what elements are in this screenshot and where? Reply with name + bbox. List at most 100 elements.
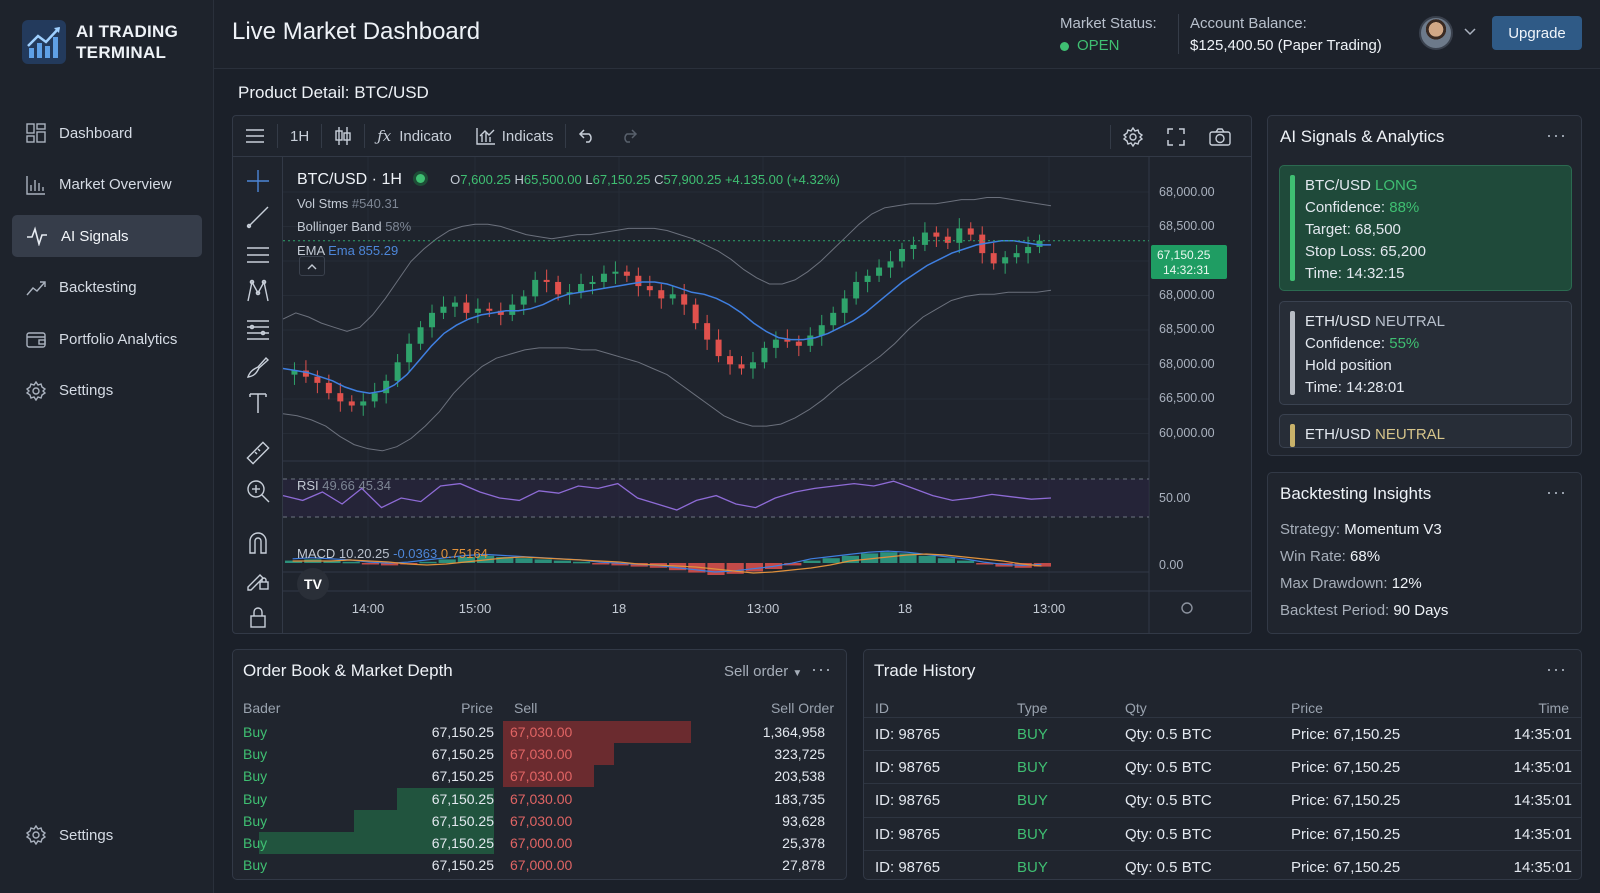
sidebar-item-market-overview[interactable]: Market Overview [12,164,202,206]
fullscreen-button[interactable] [1155,116,1197,157]
y-tick-label: 68,500.00 [1159,219,1215,233]
candle-body [383,381,389,393]
rsi-label: RSI [297,478,319,493]
app-title: AI TRADING TERMINAL [76,21,178,63]
indicator-label-1: Indicato [399,128,452,145]
rsi-value-1: 49.66 [322,478,355,493]
ruler-icon[interactable] [246,441,270,465]
trade-time: 14:35:01 [1514,726,1572,743]
sidebar-item-label: AI Signals [61,228,129,245]
sidebar-item-portfolio-analytics[interactable]: Portfolio Analytics [12,318,202,360]
fullscreen-icon [1167,128,1185,146]
table-row[interactable]: ID: 98765BUYQty: 0.5 BTCPrice: 67,150.25… [864,783,1582,816]
sidebar-item-settings[interactable]: Settings [12,370,202,412]
trade-id: ID: 98765 [875,759,940,776]
app-title-line1: AI TRADING [76,21,178,42]
vol-value: #540.31 [352,196,399,211]
candle-body [681,294,687,304]
trendline-icon[interactable] [246,205,270,229]
avatar[interactable] [1419,16,1453,50]
sidebar-item-backtesting[interactable]: Backtesting [12,267,202,309]
table-row[interactable]: Buy67,150.2567,030.001,364,958 [233,721,835,743]
gear-icon [26,381,46,401]
pattern-icon[interactable] [246,279,270,303]
signal-accent-bar [1290,424,1295,447]
crosshair-icon[interactable] [246,169,270,193]
trade-qty: Qty: 0.5 BTC [1125,792,1212,809]
market-status: Market Status: OPEN [1060,13,1157,57]
macd-histogram-bar [919,556,936,563]
indicator-button-1[interactable]: ƒx Indicato [365,116,464,157]
pulse-icon [26,226,48,246]
macd-histogram-bar [592,563,609,565]
magnet-icon[interactable] [246,531,270,555]
sidebar-item-ai-signals[interactable]: AI Signals [12,215,202,257]
signal-card-eth-2[interactable]: ETH/USD NEUTRAL [1279,414,1572,448]
table-row[interactable]: Buy67,150.2567,000.0027,878 [233,854,835,876]
undo-button[interactable] [566,116,608,157]
more-options-icon[interactable]: ··· [811,659,832,680]
brush-icon[interactable] [246,355,270,379]
sidebar-bottom: Settings [12,834,202,866]
table-row[interactable]: ID: 98765BUYQty: 0.5 BTCPrice: 67,150.25… [864,717,1582,750]
table-row[interactable]: Buy67,150.2567,000.0025,378 [233,832,835,854]
candle-body [349,401,355,405]
table-row[interactable]: ID: 98765BUYQty: 0.5 BTCPrice: 67,150.25… [864,817,1582,850]
candle-body [395,362,401,381]
fib-levels-icon[interactable] [246,317,270,341]
upgrade-button[interactable]: Upgrade [1492,16,1582,50]
candle-body [693,305,699,324]
more-options-icon[interactable]: ··· [1546,482,1567,503]
candle-body [807,336,813,346]
signal-card-btc[interactable]: BTC/USD LONG Confidence: 88% Target: 68,… [1279,165,1572,291]
table-row[interactable]: Buy67,150.2567,030.0093,628 [233,810,835,832]
sidebar-item-settings-bottom[interactable]: Settings [12,814,202,856]
horizontal-lines-icon[interactable] [246,243,270,267]
signal-side: LONG [1375,177,1418,194]
zoom-icon[interactable] [246,479,270,503]
row-sell-order: 1,364,958 [763,724,825,740]
chart-settings-button[interactable] [1111,116,1155,157]
top-header: Live Market Dashboard Market Status: OPE… [214,0,1600,69]
rsi-legend: RSI 49.66 45.34 [297,478,391,493]
candle-type-button[interactable] [322,116,364,157]
table-row[interactable]: Buy67,150.2567,030.00323,725 [233,743,835,765]
row-sell-order: 27,878 [782,857,825,873]
lock-icon[interactable] [246,605,270,629]
collapse-legend-button[interactable] [299,256,325,276]
table-row[interactable]: ID: 98765BUYQty: 0.5 BTCPrice: 67,150.25… [864,750,1582,783]
signal-target: Target: 68,500 [1305,219,1571,241]
more-options-icon[interactable]: ··· [1546,125,1567,146]
row-price: 67,150.25 [432,813,494,829]
interval-button[interactable]: 1H [278,116,321,157]
undo-icon [578,129,596,143]
candle-body [933,233,939,237]
app-logo[interactable]: AI TRADING TERMINAL [22,20,178,64]
redo-button[interactable] [608,116,650,157]
lock-drawings-icon[interactable] [246,567,270,591]
more-options-icon[interactable]: ··· [1546,659,1567,680]
chevron-down-icon[interactable] [1464,28,1476,36]
col-header-price: Price [1291,700,1323,716]
candle-body [532,280,538,296]
candle-body [773,340,779,348]
col-header-id: ID [875,700,889,716]
text-icon[interactable] [246,391,270,415]
high-value: 65,500.00 [524,172,582,187]
y-tick-label: 66,500.00 [1159,391,1215,405]
indicator-button-2[interactable]: Indicats [464,116,566,157]
market-status-label: Market Status: [1060,13,1157,35]
sidebar-item-dashboard[interactable]: Dashboard [12,112,202,154]
sidebar: AI TRADING TERMINAL Dashboard Market Ove… [0,0,214,893]
trade-history-title: Trade History [874,661,975,681]
table-row[interactable]: Buy67,150.2567,030.00203,538 [233,765,835,787]
signal-card-eth[interactable]: ETH/USD NEUTRAL Confidence: 55% Hold pos… [1279,301,1572,405]
menu-button[interactable] [233,116,277,157]
signal-confidence-label: Confidence: [1305,335,1385,352]
order-filter-dropdown[interactable]: Sell order ▼ [724,663,802,680]
screenshot-button[interactable] [1197,116,1243,157]
table-row[interactable]: Buy67,150.2567,030.00183,735 [233,788,835,810]
header-divider [1178,14,1179,54]
order-book-title: Order Book & Market Depth [243,661,453,681]
table-row[interactable]: ID: 98765BUYQty: 0.5 BTCPrice: 67,150.25… [864,850,1582,880]
